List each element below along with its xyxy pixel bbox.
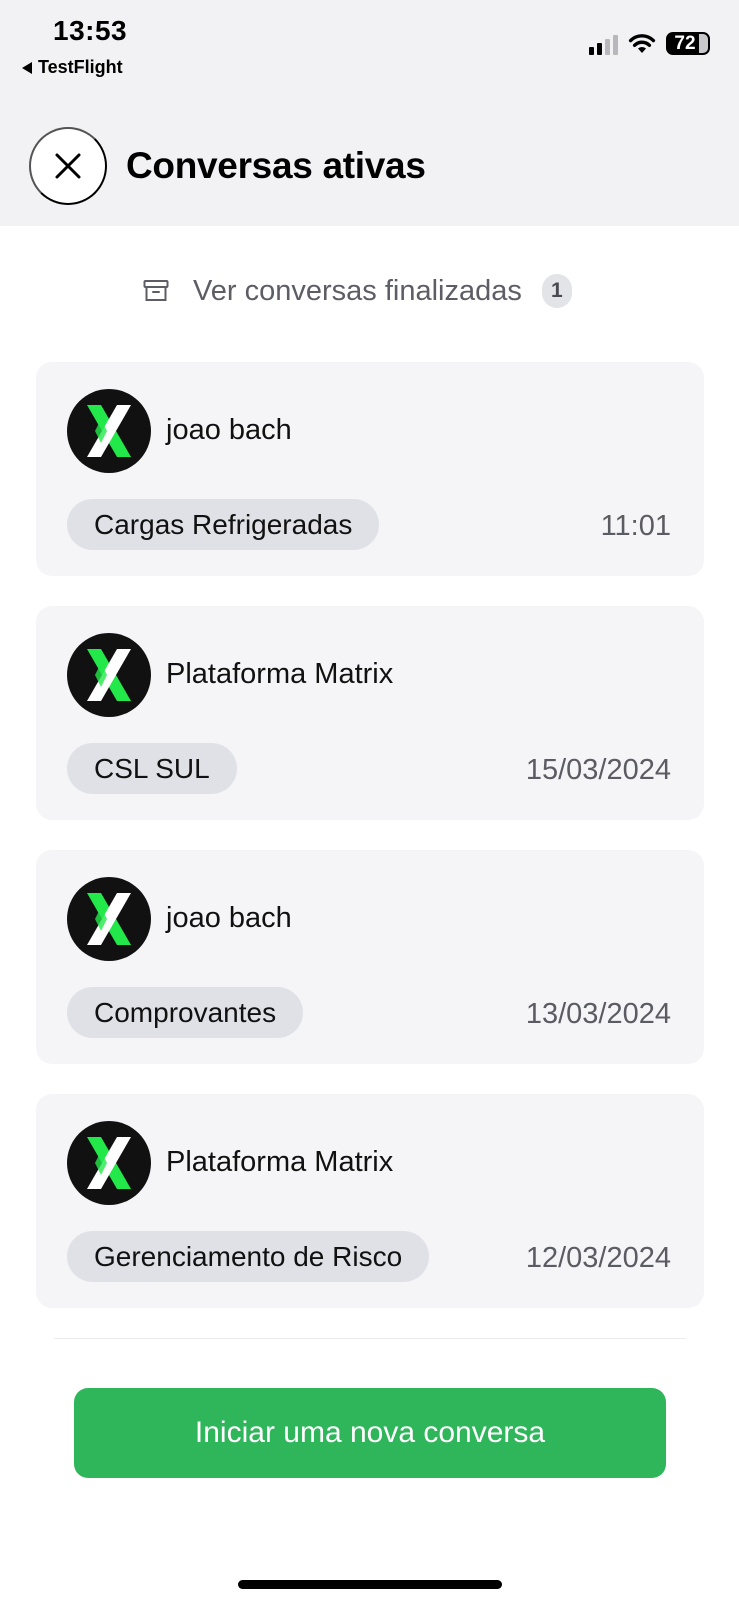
matrix-x-logo-icon [67, 389, 151, 473]
finished-count-badge: 1 [541, 274, 572, 308]
topic-tag: Comprovantes [67, 987, 304, 1038]
battery-level: 72 [674, 32, 696, 54]
wifi-icon [628, 33, 656, 53]
status-time: 13:53 [53, 15, 128, 46]
back-to-app-link[interactable]: TestFlight [22, 57, 123, 78]
contact-name: Plataforma Matrix [166, 658, 394, 690]
conversation-card[interactable]: joao bach Cargas Refrigeradas 11:01 [36, 362, 704, 576]
start-new-conversation-button[interactable]: Iniciar uma nova conversa [74, 1388, 666, 1478]
header-area: 13:53 TestFlight 72 Conversas ativas [0, 0, 739, 226]
view-finished-conversations-link[interactable]: Ver conversas finalizadas 1 [143, 270, 572, 312]
finished-conversations-label: Ver conversas finalizadas [193, 274, 522, 307]
last-message-time: 12/03/2024 [525, 1242, 671, 1274]
close-icon [55, 153, 81, 179]
status-indicators: 72 [589, 32, 710, 55]
topic-tag: Gerenciamento de Risco [67, 1231, 430, 1282]
back-triangle-icon [22, 61, 32, 74]
matrix-x-logo-icon [67, 877, 151, 961]
last-message-time: 11:01 [600, 510, 671, 542]
contact-name: joao bach [166, 902, 292, 934]
contact-name: Plataforma Matrix [166, 1146, 394, 1178]
screen: 13:53 TestFlight 72 Conversas ativas Ver… [0, 0, 739, 1600]
matrix-x-logo-icon [67, 633, 151, 717]
back-app-label: TestFlight [38, 57, 123, 77]
page-title: Conversas ativas [126, 145, 426, 186]
conversation-card[interactable]: Plataforma Matrix CSL SUL 15/03/2024 [36, 606, 704, 820]
contact-name: joao bach [166, 414, 292, 446]
archive-icon [143, 279, 169, 303]
cellular-signal-icon [589, 33, 618, 55]
topic-tag: CSL SUL [67, 743, 237, 794]
last-message-time: 13/03/2024 [525, 998, 671, 1030]
divider [54, 1338, 686, 1339]
last-message-time: 15/03/2024 [525, 754, 671, 786]
battery-icon: 72 [666, 32, 710, 55]
home-indicator [238, 1580, 502, 1589]
topic-tag: Cargas Refrigeradas [67, 499, 380, 550]
close-button[interactable] [29, 127, 107, 205]
conversation-card[interactable]: joao bach Comprovantes 13/03/2024 [36, 850, 704, 1064]
conversation-card[interactable]: Plataforma Matrix Gerenciamento de Risco… [36, 1094, 704, 1308]
matrix-x-logo-icon [67, 1121, 151, 1205]
